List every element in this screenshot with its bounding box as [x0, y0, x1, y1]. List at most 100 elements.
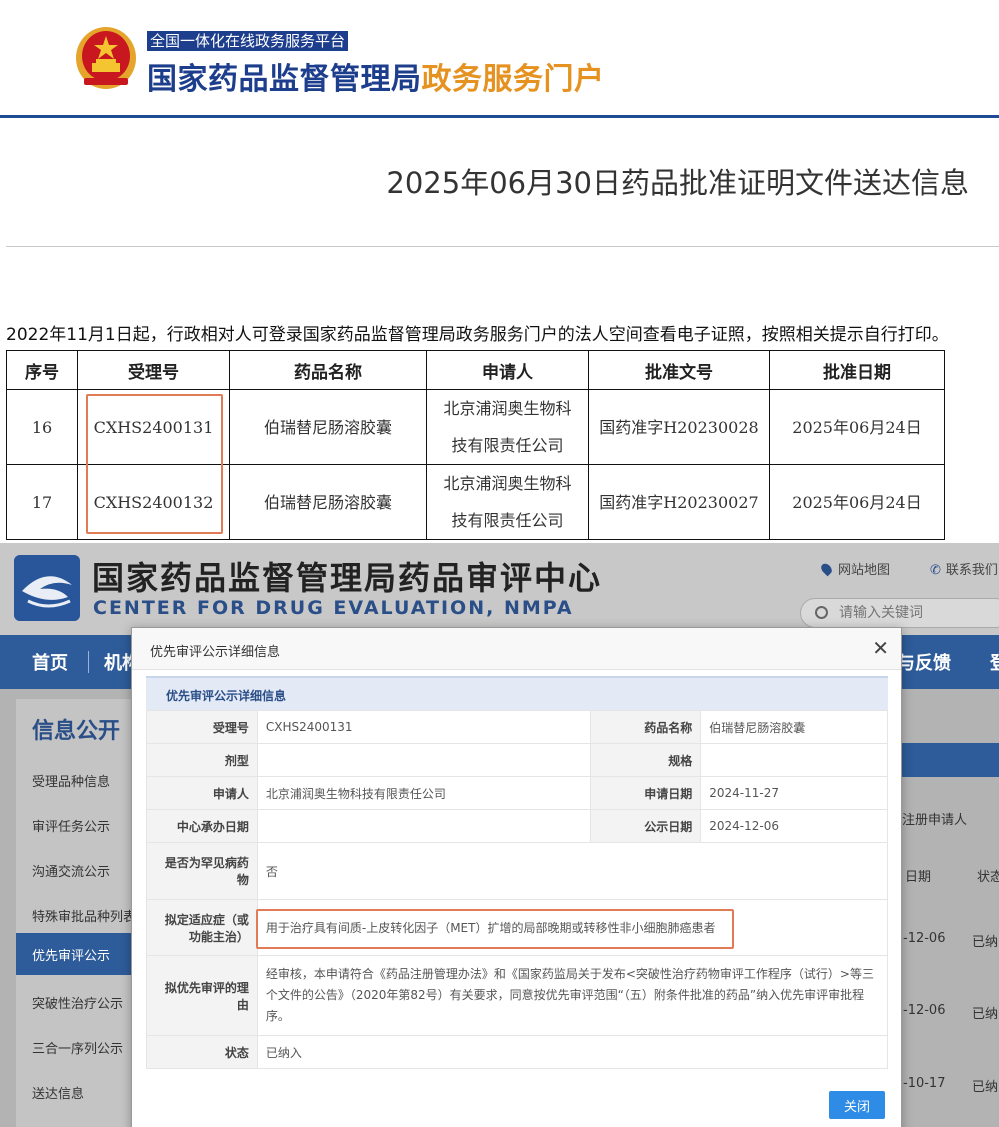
results-header-bar [900, 743, 999, 777]
nav-separator [88, 651, 89, 673]
label-indication: 拟定适应症（或功能主治） [146, 899, 258, 956]
value-spec [700, 743, 888, 777]
detail-row: 申请人 北京浦润奥生物科技有限责任公司 申请日期 2024-11-27 [146, 776, 888, 810]
cell-no: 16 [6, 389, 78, 465]
notice-title: 2025年06月30日药品批准证明文件送达信息 [386, 166, 969, 200]
label-applicant: 申请人 [146, 776, 258, 810]
sidebar-item-priority[interactable]: 优先审评公示 [16, 933, 138, 975]
header-divider [0, 115, 999, 118]
portal-name-orange: 政务服务门户 [421, 62, 605, 97]
nav-login[interactable]: 登 [990, 649, 999, 675]
value-applicant: 北京浦润奥生物科技有限责任公司 [256, 776, 592, 810]
accept-no-highlight-box [86, 394, 223, 534]
col-status-label: 状态 [977, 870, 999, 885]
label-apply-date: 申请日期 [590, 776, 702, 810]
detail-row: 受理号 CXHS2400131 药品名称 伯瑞替尼肠溶胶囊 [146, 710, 888, 744]
sidebar-item-tasks[interactable]: 审评任务公示 [32, 816, 110, 835]
label-center-date: 中心承办日期 [146, 809, 258, 843]
sidebar-item-communication[interactable]: 沟通交流公示 [32, 861, 110, 880]
cell-date: 2025年06月24日 [769, 464, 945, 540]
notice-note: 2022年11月1日起，行政相对人可登录国家药品监督管理局政务服务门户的法人空间… [6, 325, 949, 345]
phone-icon: ✆ [930, 563, 941, 578]
sidebar-item-three-in-one[interactable]: 三合一序列公示 [32, 1038, 123, 1057]
site-map-link[interactable]: 网站地图 [819, 559, 891, 578]
section-title: 优先审评公示详细信息 [166, 689, 287, 703]
cell-no: 17 [6, 464, 78, 540]
label-accept-no: 受理号 [146, 710, 258, 744]
cell-date: 2025年06月24日 [769, 389, 945, 465]
col-header-date: 批准日期 [769, 350, 945, 390]
label-rare: 是否为罕见病药物 [146, 842, 258, 900]
cde-name-en: CENTER FOR DRUG EVALUATION, NMPA [93, 597, 574, 619]
close-icon[interactable]: ✕ [872, 636, 889, 660]
cde-header: 国家药品监督管理局药品审评中心 CENTER FOR DRUG EVALUATI… [0, 543, 999, 635]
cde-site-panel: 国家药品监督管理局药品审评中心 CENTER FOR DRUG EVALUATI… [0, 543, 999, 1127]
cell-drug: 伯瑞替尼肠溶胶囊 [229, 389, 427, 465]
value-publish-date: 2024-12-06 [700, 809, 888, 843]
cell-drug: 伯瑞替尼肠溶胶囊 [229, 464, 427, 540]
label-status: 状态 [146, 1035, 258, 1069]
value-drug: 伯瑞替尼肠溶胶囊 [700, 710, 888, 744]
sidebar-item-delivery[interactable]: 送达信息 [32, 1083, 84, 1102]
applicant-line-2: 技有限责任公司 [451, 511, 564, 530]
detail-row: 是否为罕见病药物 否 [146, 842, 889, 900]
col-header-accept-no: 受理号 [77, 350, 230, 390]
site-map-label: 网站地图 [838, 563, 891, 578]
sidebar-item-breakthrough[interactable]: 突破性治疗公示 [32, 993, 123, 1012]
nmpa-portal-panel: 全国一体化在线政务服务平台 国家药品监督管理局政务服务门户 2025年06月30… [0, 0, 999, 543]
cde-name: 国家药品监督管理局药品审评中心 [92, 559, 603, 597]
row-date: -12-06 [903, 1003, 946, 1018]
search-box[interactable] [800, 598, 999, 628]
row-status: 已纳 [972, 1080, 999, 1095]
portal-subtitle: 全国一体化在线政务服务平台 [147, 31, 349, 51]
row-status: 已纳 [972, 935, 999, 950]
detail-row: 剂型 规格 [146, 743, 888, 777]
title-divider [6, 246, 999, 247]
nav-home[interactable]: 首页 [32, 649, 68, 675]
value-status: 已纳入 [256, 1035, 889, 1069]
close-button[interactable]: 关闭 [829, 1091, 885, 1119]
cell-applicant: 北京浦润奥生物科 技有限责任公司 [426, 464, 589, 540]
table-header-row: 序号 受理号 药品名称 申请人 批准文号 批准日期 [6, 350, 945, 390]
contact-label: 联系我们 [945, 563, 998, 578]
indication-highlight-box [256, 909, 734, 949]
value-rare: 否 [256, 842, 889, 900]
col-header-approval-no: 批准文号 [588, 350, 770, 390]
sidebar: 信息公开 受理品种信息 审评任务公示 沟通交流公示 特殊审批品种列表 优先审评公… [16, 699, 138, 1127]
row-status: 已纳 [972, 1007, 999, 1022]
applicant-line-1: 北京浦润奥生物科 [443, 399, 572, 418]
contact-link[interactable]: ✆ 联系我们 [930, 559, 998, 578]
priority-review-modal: 优先审评公示详细信息 ✕ 优先审评公示详细信息 受理号 CXHS2400131 … [131, 627, 902, 1127]
label-publish-date: 公示日期 [590, 809, 702, 843]
label-reason: 拟优先审评的理由 [146, 955, 258, 1036]
portal-name-blue: 国家药品监督管理局 [147, 62, 422, 97]
col-header-applicant: 申请人 [426, 350, 589, 390]
col-header-drug: 药品名称 [229, 350, 427, 390]
value-reason: 经审核，本申请符合《药品注册管理办法》和《国家药监局关于发布<突破性治疗药物审评… [256, 955, 889, 1036]
section-header: 优先审评公示详细信息 [146, 676, 888, 710]
detail-row: 拟优先审评的理由 经审核，本申请符合《药品注册管理办法》和《国家药监局关于发布<… [146, 955, 889, 1036]
modal-title: 优先审评公示详细信息 [150, 645, 281, 660]
col-header-no: 序号 [6, 350, 78, 390]
location-pin-icon [819, 561, 834, 577]
nav-feedback[interactable]: 与反馈 [897, 649, 951, 675]
applicant-line-2: 技有限责任公司 [451, 436, 564, 455]
detail-row: 状态 已纳入 [146, 1035, 889, 1069]
value-accept-no: CXHS2400131 [256, 710, 592, 744]
national-emblem-icon [76, 27, 136, 89]
value-apply-date: 2024-11-27 [700, 776, 888, 810]
detail-table: 受理号 CXHS2400131 药品名称 伯瑞替尼肠溶胶囊 剂型 规格 申请人 … [146, 710, 889, 1069]
sidebar-title: 信息公开 [32, 719, 121, 744]
label-form: 剂型 [146, 743, 258, 777]
sidebar-item-priority-label: 优先审评公示 [32, 949, 111, 964]
modal-header: 优先审评公示详细信息 ✕ [132, 628, 901, 670]
search-input[interactable] [839, 603, 999, 623]
portal-title: 国家药品监督管理局政务服务门户 [147, 54, 605, 98]
label-spec: 规格 [590, 743, 702, 777]
row-date: -10-17 [903, 1076, 946, 1091]
filter-applicant-label: 注册申请人 [902, 813, 968, 828]
applicant-line-1: 北京浦润奥生物科 [443, 474, 572, 493]
cde-logo-icon [14, 555, 80, 621]
sidebar-item-accepted[interactable]: 受理品种信息 [32, 771, 110, 790]
sidebar-item-special[interactable]: 特殊审批品种列表 [32, 906, 136, 925]
